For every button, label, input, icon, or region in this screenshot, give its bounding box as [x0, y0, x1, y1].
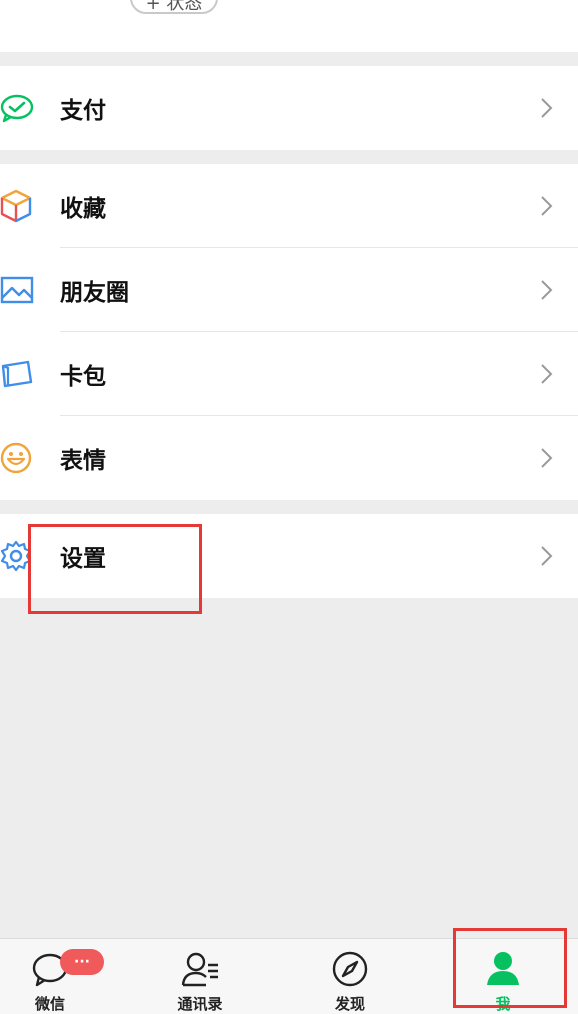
menu-item-favorites-label: 收藏 — [60, 196, 106, 222]
moments-image-icon — [0, 273, 34, 307]
menu-item-pay-label: 支付 — [60, 98, 106, 124]
pay-group: 支付 — [0, 66, 578, 150]
menu-item-pay[interactable]: 支付 — [0, 66, 578, 150]
chevron-right-icon — [541, 364, 553, 384]
tab-discover-label: 发现 — [334, 995, 365, 1013]
contacts-icon — [181, 952, 218, 987]
tab-contacts[interactable]: 通讯录 — [150, 939, 250, 1014]
tab-chats-label: 微信 — [34, 995, 65, 1013]
menu-item-stickers[interactable]: 表情 — [0, 416, 578, 500]
tab-chats[interactable]: 微信 ··· — [0, 939, 104, 1014]
unread-badge: ··· — [60, 949, 104, 975]
smiley-icon — [0, 441, 34, 475]
chevron-right-icon — [541, 448, 553, 468]
status-button-label: + 状态 — [145, 0, 203, 14]
profile-header-remainder: + 状态 — [0, 0, 578, 52]
me-tab-highlight-box — [453, 928, 567, 1008]
menu-item-moments-label: 朋友圈 — [60, 280, 129, 306]
menu-item-cards[interactable]: 卡包 — [0, 332, 578, 416]
menu-item-cards-label: 卡包 — [60, 364, 106, 390]
chevron-right-icon — [541, 98, 553, 118]
settings-highlight-box — [28, 524, 202, 614]
favorites-cube-icon — [0, 189, 34, 223]
menu-item-moments[interactable]: 朋友圈 — [0, 248, 578, 332]
card-wallet-icon — [0, 357, 34, 391]
chevron-right-icon — [541, 546, 553, 566]
status-button[interactable]: + 状态 — [130, 0, 218, 14]
wechat-pay-icon — [0, 91, 34, 125]
tab-contacts-label: 通讯录 — [177, 995, 223, 1013]
menu-item-favorites[interactable]: 收藏 — [0, 164, 578, 248]
features-group: 收藏 朋友圈 卡包 表情 — [0, 164, 578, 500]
menu-item-stickers-label: 表情 — [60, 448, 106, 474]
tab-discover[interactable]: 发现 — [300, 939, 400, 1014]
chevron-right-icon — [541, 196, 553, 216]
compass-icon — [332, 951, 368, 987]
chevron-right-icon — [541, 280, 553, 300]
